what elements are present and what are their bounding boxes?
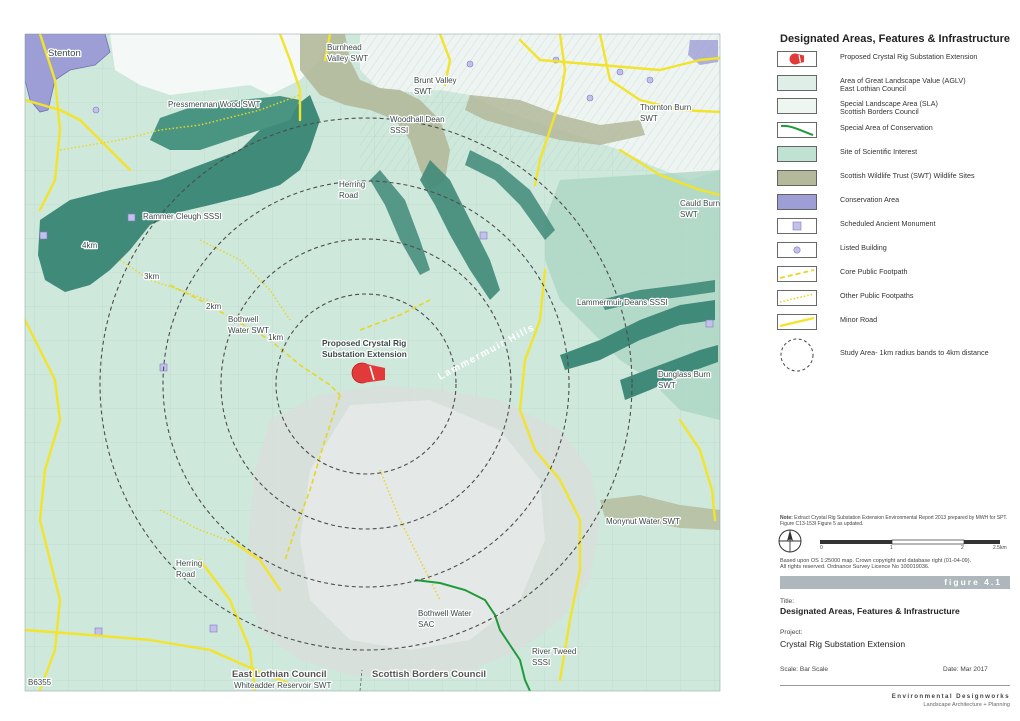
sla-swatch [777, 98, 817, 114]
label-ring-4km: 4km [82, 241, 97, 250]
label-bothwell-water: Bothwell Water [418, 609, 472, 618]
scalebar-label-end: 2.5km [993, 545, 1007, 551]
label-road-2: Road [176, 570, 195, 579]
swt-swatch [777, 170, 817, 186]
key-row-swt: Scottish Wildlife Trust (SWT) Wildlife S… [777, 170, 1013, 190]
label-bothwell: Bothwell [228, 315, 258, 324]
key-label-swt: Scottish Wildlife Trust (SWT) Wildlife S… [840, 171, 975, 180]
label-thornton-burn: Thornton Burn [640, 103, 691, 112]
project-name: Crystal Rig Substation Extension [780, 639, 906, 649]
key-row-minor-road: Minor Road [777, 314, 1013, 334]
figure-title: Designated Areas, Features & Infrastruct… [780, 606, 960, 616]
label-cauld-swt: SWT [680, 210, 698, 219]
key-label-sssi: Site of Scientific Interest [840, 147, 918, 156]
study-area-swatch [780, 338, 814, 372]
key-row-conservation: Conservation Area [777, 194, 1013, 214]
label-dunglass-swt: SWT [658, 381, 676, 390]
label-brunt-valley: Brunt Valley [414, 76, 457, 85]
key-label-minor-road: Minor Road [840, 315, 878, 324]
brand-subtitle: Landscape Architecture + Planning [923, 702, 1010, 708]
label-b6355: B6355 [28, 678, 52, 687]
scalebar-label-1: 1 [890, 545, 893, 551]
proposed-substation-icon [777, 51, 817, 67]
minor-road-swatch [777, 314, 817, 330]
label-whiteadder: Whiteadder Reservoir SWT [234, 681, 331, 690]
label-pressmennan: Pressmennan Wood SWT [168, 100, 260, 109]
label-valley-swt: Valley SWT [327, 54, 368, 63]
footer-divider [780, 685, 1010, 686]
os-copyright: Based upon OS 1:25000 map. Crown copyrig… [780, 558, 972, 571]
map-key-panel: Designated Areas, Features & Infrastruct… [765, 30, 1015, 720]
key-row-proposed: Proposed Crystal Rig Substation Extensio… [777, 51, 1013, 71]
key-label-other-footpath: Other Public Footpaths [840, 291, 914, 300]
listed-building-swatch [777, 242, 817, 258]
label-brunt-swt: SWT [414, 87, 432, 96]
label-scottish-borders: Scottish Borders Council [372, 669, 486, 680]
key-label-study-area: Study Area- 1km radius bands to 4km dist… [840, 348, 989, 357]
label-proposed-2: Substation Extension [322, 349, 407, 359]
label-woodhall-sssi: SSSI [390, 126, 408, 135]
title-label: Title: [780, 598, 795, 605]
scale-bar [820, 539, 1000, 545]
label-rammer-cleugh: Rammer Cleugh SSSI [143, 212, 222, 221]
key-label-listed: Listed Building [840, 243, 887, 252]
label-ring-2km: 2km [206, 302, 221, 311]
key-title: Designated Areas, Features & Infrastruct… [780, 33, 1011, 45]
aglv-swatch [777, 75, 817, 91]
key-row-core-footpath: Core Public Footpath [777, 266, 1013, 286]
date-text: Date: Mar 2017 [943, 666, 988, 673]
scale-text: Scale: Bar Scale [780, 666, 829, 673]
monument-swatch [777, 218, 817, 234]
north-arrow-icon [778, 529, 802, 553]
key-row-sssi: Site of Scientific Interest [777, 146, 1013, 166]
core-footpath-swatch [777, 266, 817, 282]
key-row-sac: Special Area of Conservation [777, 122, 1013, 142]
source-note: Note: Extract Crystal Rig Substation Ext… [780, 515, 1008, 527]
key-label-proposed: Proposed Crystal Rig Substation Extensio… [840, 52, 978, 61]
label-ring-3km: 3km [144, 272, 159, 281]
key-row-other-footpath: Other Public Footpaths [777, 290, 1013, 310]
scalebar-label-0: 0 [820, 545, 823, 551]
figure-band: figure 4.1 [780, 576, 1010, 589]
scalebar-label-2: 2 [961, 545, 964, 551]
key-row-monument: Scheduled Ancient Monument [777, 218, 1013, 238]
label-herring-2: Herring [176, 559, 202, 568]
label-lammermuir-deans: Lammermuir Deans SSSI [577, 298, 668, 307]
key-label-conservation: Conservation Area [840, 195, 900, 204]
project-label: Project: [780, 629, 803, 636]
key-label-sac: Special Area of Conservation [840, 123, 933, 132]
label-sac: SAC [418, 620, 435, 629]
key-label-monument: Scheduled Ancient Monument [840, 219, 936, 228]
sac-swatch [777, 122, 817, 138]
label-bothwell-swt: Water SWT [228, 326, 269, 335]
key-row-study-area: Study Area- 1km radius bands to 4km dist… [777, 337, 1013, 373]
label-ring-1km: 1km [268, 333, 283, 342]
brand-name: Environmental Designworks [891, 693, 1010, 700]
key-row-listed: Listed Building [777, 242, 1013, 262]
key-row-aglv: Area of Great Landscape Value (AGLV) East… [777, 75, 1013, 95]
label-herring-1: Herring [339, 180, 365, 189]
label-east-lothian: East Lothian Council [232, 669, 326, 680]
figure-number: figure 4.1 [944, 577, 1002, 587]
label-monynut: Monynut Water SWT [606, 517, 680, 526]
other-footpath-swatch [777, 290, 817, 306]
label-burnhead: Burnhead [327, 43, 362, 52]
key-label-core-footpath: Core Public Footpath [840, 267, 908, 276]
label-river-tweed: River Tweed [532, 647, 576, 656]
label-thornton-swt: SWT [640, 114, 658, 123]
label-road-1: Road [339, 191, 358, 200]
key-label-sla: Special Landscape Area (SLA) Scottish Bor… [840, 99, 938, 116]
sssi-swatch [777, 146, 817, 162]
label-river-tweed-sssi: SSSI [532, 658, 550, 667]
label-woodhall-dean: Woodhall Dean [390, 115, 445, 124]
label-dunglass-burn: Dunglass Burn [658, 370, 710, 379]
label-proposed-1: Proposed Crystal Rig [322, 338, 406, 348]
conservation-swatch [777, 194, 817, 210]
key-label-aglv: Area of Great Landscape Value (AGLV) East… [840, 76, 966, 93]
label-cauld-burn: Cauld Burn [680, 199, 720, 208]
label-stenton: Stenton [48, 48, 81, 59]
key-row-sla: Special Landscape Area (SLA) Scottish Bor… [777, 98, 1013, 118]
